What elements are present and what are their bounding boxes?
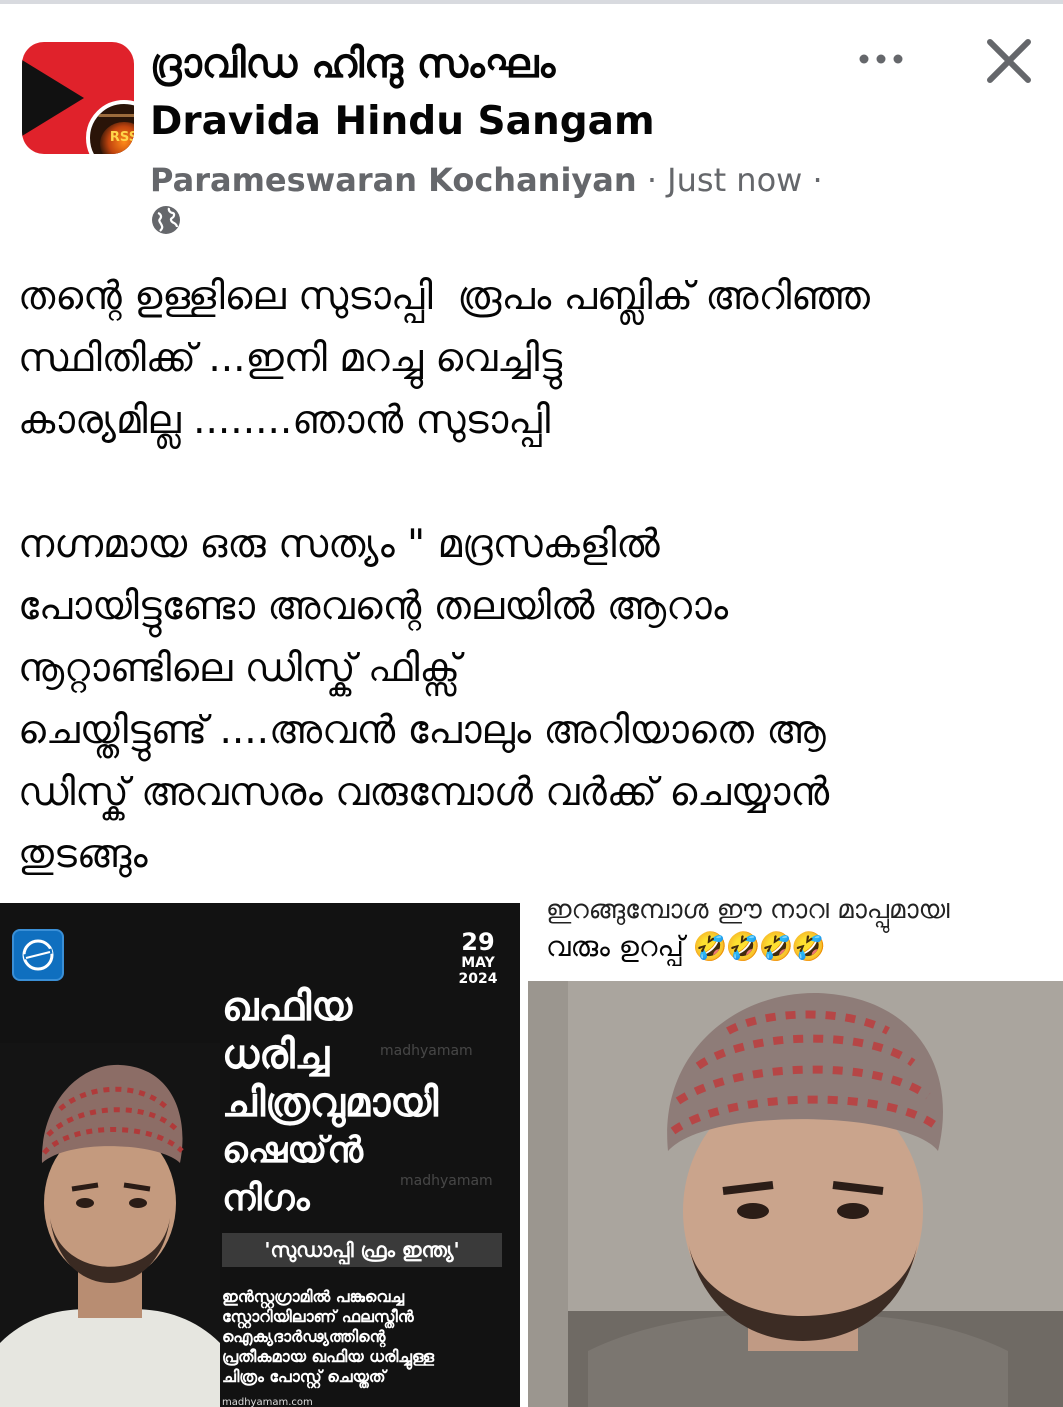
post-line: തുടങ്ങും [18,832,148,877]
image-caption-partial: ഇറങ്ങുമ്പോൾ ഈ നാറി മാപ്പുമായി [546,903,950,925]
post-text: തന്റെ ഉള്ളിലെ സുടാപ്പി രൂപം പബ്ലിക് അറിഞ… [18,266,1038,886]
post-line: നഗ്നമായ ഒരു സത്യം " മദ്രസകളിൽ [18,522,660,567]
portrait-photo-left [0,1043,220,1407]
avatar-badge-text: RSS [109,130,134,145]
more-options-icon[interactable] [856,44,906,74]
watermark: madhyamam [380,1043,473,1059]
news-card-image[interactable]: 29 MAY 2024 ഖഫിയ ധരിച്ച ചിത്രവുമായി ഷെയ്… [0,903,520,1407]
news-footer: madhyamam.com [222,1397,313,1407]
news-strap: 'സുഡാപ്പി ഫ്രം ഇന്ത്യ' [222,1233,502,1267]
group-avatar[interactable]: RSS [22,42,134,154]
group-name-english[interactable]: Dravida Hindu Sangam [150,96,655,148]
laughing-emoji-icon: 🤣🤣🤣🤣 [692,930,826,963]
globe-icon [152,206,180,234]
news-logo-icon [12,929,64,981]
post-line: നൂറ്റാണ്ടിലെ ഡിസ്ക് ഫിക്സ് [18,646,461,691]
post-line: പോയിട്ടുണ്ടോ അവന്റെ തലയിൽ ആറാം [18,584,729,629]
top-divider [0,0,1063,4]
post-line: കാര്യമില്ല ........ഞാൻ സുടാപ്പി [18,398,551,443]
author-avatar-badge[interactable]: RSS [86,100,134,154]
post-line: തന്റെ ഉള്ളിലെ സുടാപ്പി രൂപം പബ്ലിക് അറിഞ… [18,274,871,319]
portrait-photo-right [528,981,1063,1407]
close-icon[interactable] [982,34,1036,88]
image-caption: വരും ഉറപ്പ് 🤣🤣🤣🤣 [546,930,826,963]
post-line: ഡിസ്ക് അവസരം വരുമ്പോൾ വർക്ക് ചെയ്യാൻ [18,770,830,815]
author-name[interactable]: Parameswaran Kochaniyan [150,161,637,199]
post-meta: Parameswaran Kochaniyan · Just now · [150,158,823,202]
screenshot-image[interactable]: ഇറങ്ങുമ്പോൾ ഈ നാറി മാപ്പുമായി വരും ഉറപ്പ… [528,903,1063,1407]
post-line: ചെയ്തിട്ടുണ്ട് ....അവൻ പോലും അറിയാതെ ആ [18,708,826,753]
group-name-malayalam[interactable]: ദ്രാവിഡ ഹിന്ദു സംഘം [150,38,555,90]
watermark: madhyamam [400,1173,493,1189]
avatar-triangle [22,60,84,136]
news-caption: ഇൻസ്റ്റഗ്രാമിൽ പങ്കുവെച്ച സ്റ്റോറിയിലാണ്… [222,1287,435,1386]
meta-separator: · [646,161,657,199]
news-date: 29 MAY 2024 [458,928,498,987]
post-time[interactable]: Just now [667,161,802,199]
meta-separator-2: · [812,161,823,199]
post-line: സ്ഥിതിക്ക് ...ഇനി മറച്ചു വെച്ചിട്ടു [18,336,563,381]
